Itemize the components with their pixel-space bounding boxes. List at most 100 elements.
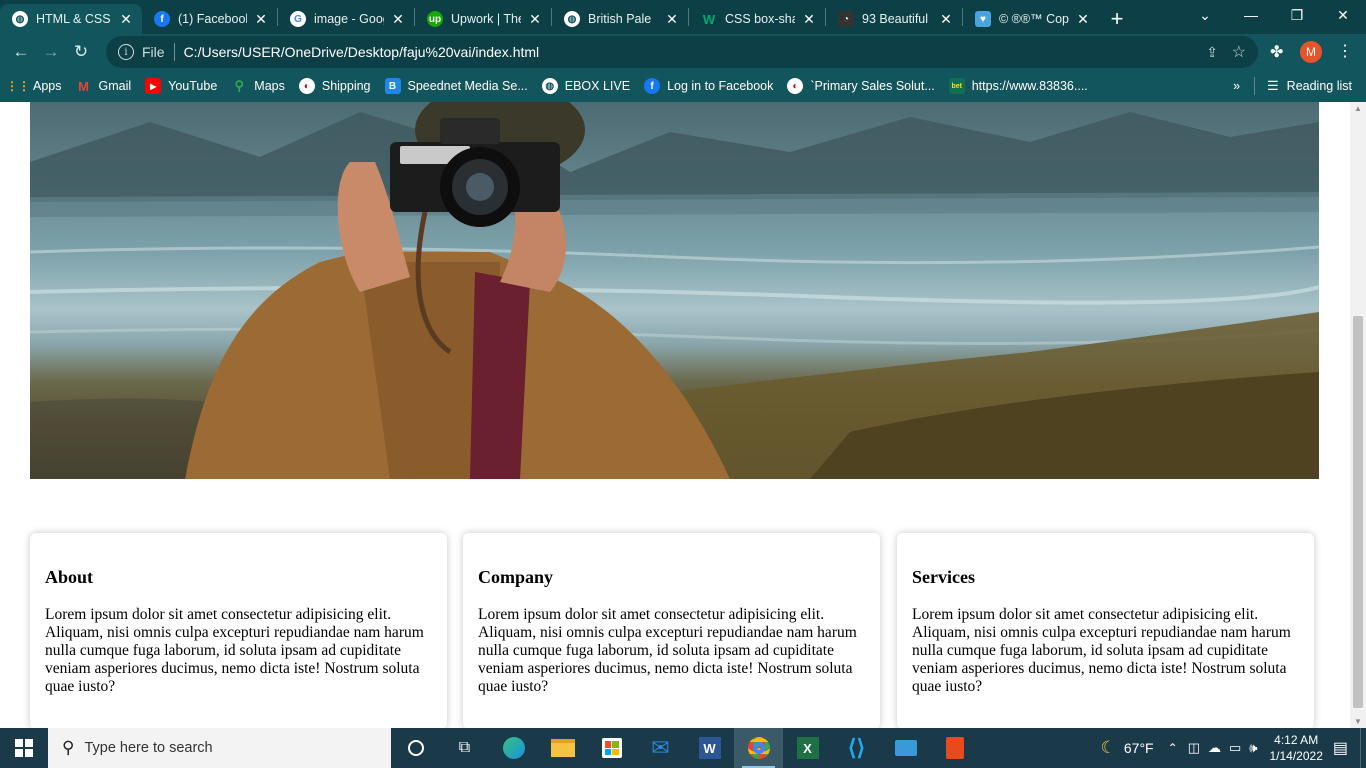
chrome-taskbar-app[interactable] bbox=[734, 728, 783, 768]
bookmark-label: Speednet Media Se... bbox=[407, 79, 528, 93]
services-card: Services Lorem ipsum dolor sit amet cons… bbox=[897, 533, 1314, 728]
minimize-icon[interactable]: — bbox=[1228, 0, 1274, 30]
scrollbar-thumb[interactable] bbox=[1353, 316, 1363, 708]
restore-icon[interactable]: ❐ bbox=[1274, 0, 1320, 30]
card-title: Company bbox=[478, 567, 554, 587]
store-icon bbox=[601, 738, 622, 758]
office-taskbar-app[interactable] bbox=[930, 728, 979, 768]
tab-title: CSS box-shad bbox=[725, 12, 795, 26]
mail-taskbar-app[interactable]: ✉ bbox=[636, 728, 685, 768]
vscode-taskbar-app[interactable]: ⟨⟩ bbox=[832, 728, 881, 768]
tab-title: 93 Beautiful C bbox=[862, 12, 932, 26]
bookmark-label: Apps bbox=[33, 79, 62, 93]
bookmark-maps[interactable]: ⚲ Maps bbox=[231, 78, 285, 94]
card-text: Lorem ipsum dolor sit amet consectetur a… bbox=[912, 606, 1291, 695]
clock-date: 1/14/2022 bbox=[1269, 749, 1323, 763]
forward-arrow-icon[interactable]: → bbox=[36, 37, 66, 67]
close-icon[interactable]: ✕ bbox=[118, 11, 134, 28]
browser-toolbar: ← → ↻ i File C:/Users/USER/OneDrive/Desk… bbox=[0, 34, 1366, 70]
bookmark-83836[interactable]: bet https://www.83836.... bbox=[948, 78, 1088, 94]
close-icon[interactable]: ✕ bbox=[1075, 11, 1091, 28]
tab-facebook[interactable]: f (1) Facebook ✕ bbox=[142, 4, 277, 34]
remote-desktop-taskbar-app[interactable] bbox=[881, 728, 930, 768]
card-title: About bbox=[45, 567, 94, 587]
office-icon bbox=[945, 737, 964, 759]
tab-upwork[interactable]: up Upwork | The ✕ bbox=[415, 4, 551, 34]
close-icon[interactable]: ✕ bbox=[664, 11, 680, 28]
start-button[interactable] bbox=[0, 728, 48, 768]
tab-93-beautiful[interactable]: ◔ 93 Beautiful C ✕ bbox=[826, 4, 962, 34]
cortana-button[interactable] bbox=[391, 728, 440, 768]
bookmark-label: Maps bbox=[254, 79, 285, 93]
bookmark-gmail[interactable]: M Gmail bbox=[76, 78, 131, 94]
card-text: Lorem ipsum dolor sit amet consectetur a… bbox=[45, 606, 424, 695]
file-explorer-taskbar-app[interactable] bbox=[538, 728, 587, 768]
bookmark-speednet[interactable]: B Speednet Media Se... bbox=[384, 78, 528, 94]
edge-taskbar-app[interactable] bbox=[489, 728, 538, 768]
tab-copy-symbols[interactable]: ♥ © ®®™ Copy ✕ bbox=[963, 4, 1099, 34]
excel-taskbar-app[interactable]: X bbox=[783, 728, 832, 768]
chrome-icon bbox=[747, 737, 770, 759]
url-text[interactable]: C:/Users/USER/OneDrive/Desktop/faju%20va… bbox=[184, 44, 540, 60]
clock-time: 4:12 AM bbox=[1274, 733, 1319, 747]
back-arrow-icon[interactable]: ← bbox=[6, 37, 36, 67]
volume-icon[interactable]: 🕪 bbox=[1249, 740, 1257, 756]
scroll-down-arrow-icon[interactable]: ▼ bbox=[1354, 717, 1362, 726]
word-taskbar-app[interactable]: W bbox=[685, 728, 734, 768]
close-icon[interactable]: ✕ bbox=[253, 11, 269, 28]
about-card: About Lorem ipsum dolor sit amet consect… bbox=[30, 533, 447, 728]
close-window-icon[interactable]: ✕ bbox=[1320, 0, 1366, 30]
bookmark-primary-sales[interactable]: ◐ `Primary Sales Solut... bbox=[787, 78, 935, 94]
vscode-icon: ⟨⟩ bbox=[847, 735, 866, 760]
notification-icon[interactable]: ▤ bbox=[1333, 738, 1348, 758]
bookmark-label: Log in to Facebook bbox=[667, 79, 774, 93]
bookmark-shipping[interactable]: ◐ Shipping bbox=[298, 78, 371, 94]
dribbble-icon: ◔ bbox=[838, 11, 854, 27]
scroll-up-arrow-icon[interactable]: ▲ bbox=[1354, 104, 1362, 113]
close-icon[interactable]: ✕ bbox=[938, 11, 954, 28]
bookmark-facebook-login[interactable]: f Log in to Facebook bbox=[644, 78, 773, 94]
more-menu-icon[interactable]: ⋮ bbox=[1337, 41, 1353, 61]
tab-css-box-shadow[interactable]: W CSS box-shad ✕ bbox=[689, 4, 825, 34]
tab-british-pale[interactable]: ◍ British Pale ✕ bbox=[552, 4, 688, 34]
tab-google-images[interactable]: G image - Goog ✕ bbox=[278, 4, 414, 34]
reload-icon[interactable]: ↻ bbox=[66, 37, 96, 67]
bookmark-youtube[interactable]: ▶ YouTube bbox=[145, 78, 217, 94]
close-icon[interactable]: ✕ bbox=[527, 11, 543, 28]
weather-moon-icon[interactable]: ☾ bbox=[1101, 738, 1116, 758]
info-icon[interactable]: i bbox=[118, 44, 134, 60]
w3schools-icon: W bbox=[702, 11, 716, 27]
network-icon[interactable]: ▭ bbox=[1229, 740, 1241, 756]
close-icon[interactable]: ✕ bbox=[390, 11, 406, 28]
close-icon[interactable]: ✕ bbox=[801, 11, 817, 28]
globe-icon: ◍ bbox=[12, 11, 28, 27]
page-scrollbar[interactable]: ▲ ▼ bbox=[1350, 102, 1366, 728]
clock[interactable]: 4:12 AM 1/14/2022 bbox=[1269, 732, 1322, 764]
weather-temperature[interactable]: 67°F bbox=[1124, 740, 1154, 756]
chevron-up-icon[interactable]: ⌃ bbox=[1168, 741, 1178, 755]
reading-list-button[interactable]: Reading list bbox=[1287, 79, 1352, 93]
bookmark-star-icon[interactable]: ☆ bbox=[1232, 42, 1246, 62]
address-bar[interactable]: i File C:/Users/USER/OneDrive/Desktop/fa… bbox=[106, 36, 1258, 68]
maps-icon: ⚲ bbox=[234, 78, 245, 93]
show-desktop-button[interactable] bbox=[1360, 728, 1366, 768]
tab-html-css[interactable]: ◍ HTML & CSS ✕ bbox=[0, 4, 142, 34]
share-icon[interactable]: ⇪ bbox=[1206, 44, 1218, 61]
url-scheme-label: File bbox=[142, 44, 165, 60]
profile-avatar[interactable]: M bbox=[1300, 41, 1322, 63]
tab-search-chevron-icon[interactable]: ⌄ bbox=[1182, 0, 1228, 30]
card-text: Lorem ipsum dolor sit amet consectetur a… bbox=[478, 606, 857, 695]
youtube-icon: ▶ bbox=[145, 78, 162, 94]
store-taskbar-app[interactable] bbox=[587, 728, 636, 768]
taskbar-search[interactable]: ⚲ Type here to search bbox=[48, 728, 391, 768]
bookmark-apps[interactable]: ⋮⋮ Apps bbox=[6, 78, 62, 94]
onedrive-error-icon[interactable]: ☁ bbox=[1208, 740, 1221, 756]
extensions-puzzle-icon[interactable]: ✤ bbox=[1270, 42, 1283, 62]
task-view-button[interactable]: ⧉ bbox=[440, 728, 489, 768]
meet-now-icon[interactable]: ◫ bbox=[1188, 740, 1200, 756]
bookmark-ebox-live[interactable]: ◍ EBOX LIVE bbox=[541, 78, 630, 94]
new-tab-button[interactable]: + bbox=[1099, 4, 1135, 34]
more-bookmarks-button[interactable]: » bbox=[1233, 79, 1240, 93]
bookmark-label: `Primary Sales Solut... bbox=[810, 79, 935, 93]
bet365-icon: bet bbox=[948, 78, 965, 94]
